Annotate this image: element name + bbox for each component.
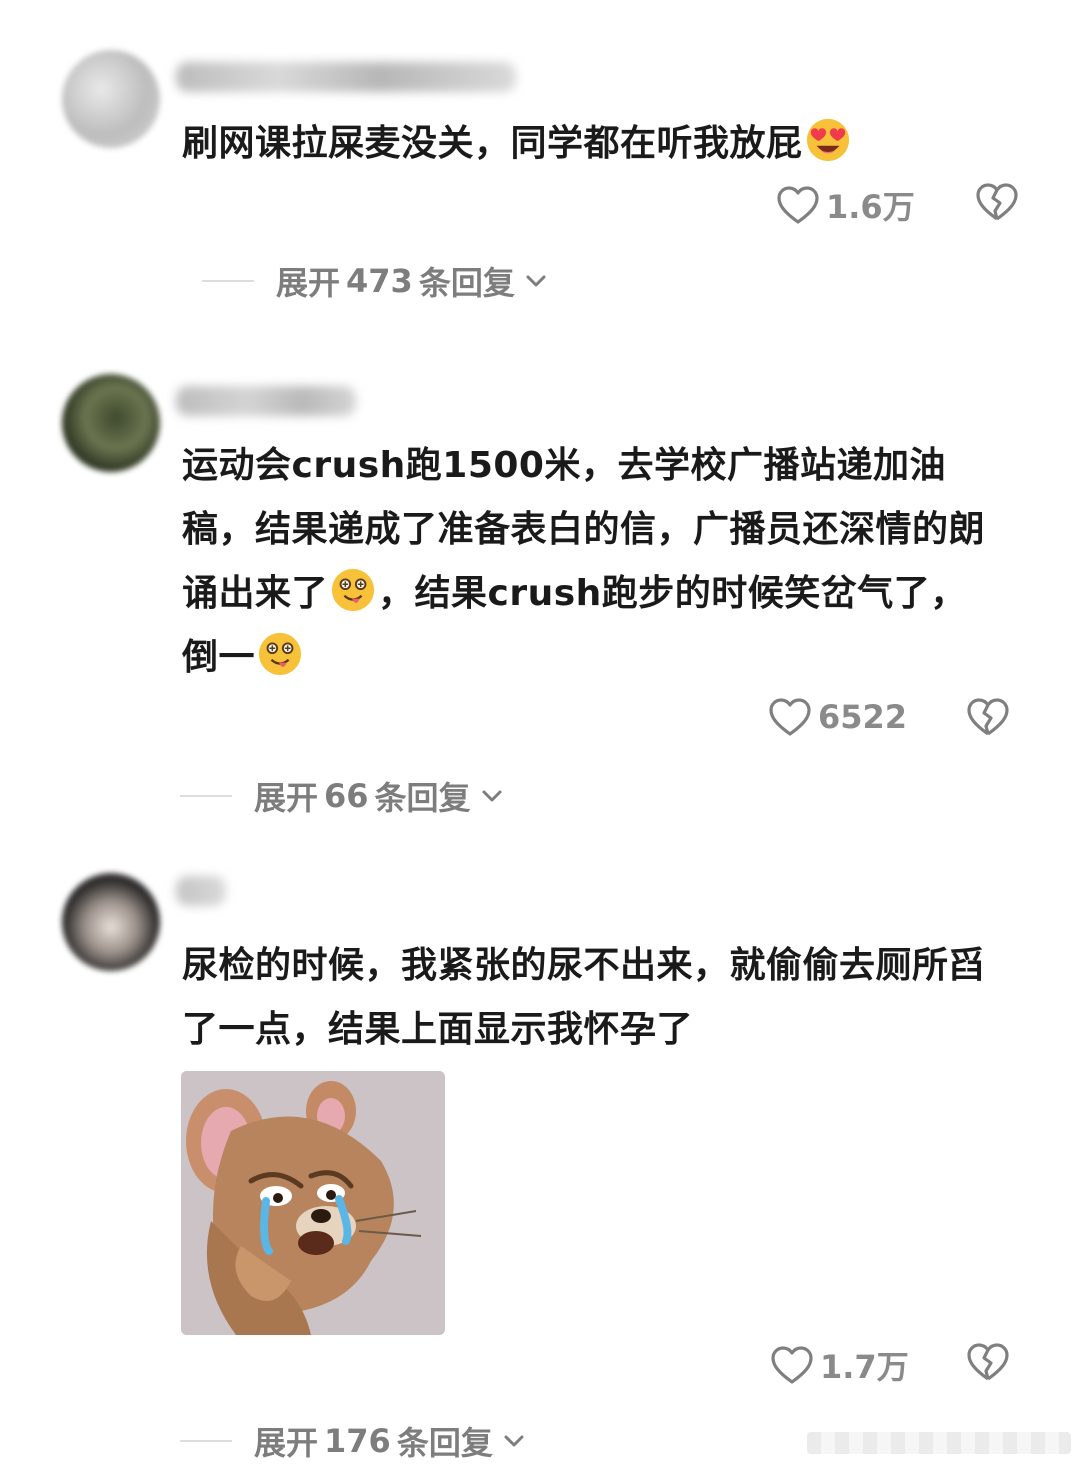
- comment-actions: 6522: [0, 697, 1080, 747]
- chevron-down-icon: [526, 275, 546, 287]
- reply-count: 473: [346, 262, 413, 300]
- like-count: 1.6万: [826, 188, 915, 226]
- expand-prefix: 展开: [254, 779, 319, 817]
- comment-text: 刷网课拉屎麦没关，同学都在听我放屁: [182, 112, 992, 176]
- expand-prefix: 展开: [254, 1424, 319, 1462]
- like-count: 6522: [818, 698, 908, 736]
- like-count: 1.7万: [820, 1348, 909, 1386]
- expand-suffix: 条回复: [374, 779, 471, 817]
- chevron-down-icon: [504, 1435, 524, 1447]
- comment-text-content: 刷网课拉屎麦没关，同学都在听我放屁: [182, 123, 803, 164]
- like-button[interactable]: 1.6万: [776, 182, 915, 228]
- comment-list: 刷网课拉屎麦没关，同学都在听我放屁 1.6万 展开 473 条回复 运动会cru…: [0, 0, 1080, 1465]
- broken-heart-icon[interactable]: [966, 1342, 1010, 1382]
- divider-line: [180, 1440, 232, 1442]
- expand-suffix: 条回复: [418, 264, 515, 302]
- comment-actions: 1.7万: [0, 1342, 1080, 1392]
- avatar[interactable]: [62, 374, 160, 472]
- comment-text-content: 尿检的时候，我紧张的尿不出来，就偷偷去厕所舀了一点，结果上面显示我怀孕了: [182, 945, 986, 1050]
- username-blurred[interactable]: [176, 876, 226, 906]
- woozy-tongue-face-icon: [258, 632, 302, 676]
- broken-heart-icon[interactable]: [975, 182, 1019, 222]
- expand-replies-button[interactable]: 展开 473 条回复: [202, 258, 547, 304]
- comment-actions: 1.6万: [0, 182, 1080, 232]
- username-blurred[interactable]: [176, 62, 516, 92]
- divider-line: [180, 795, 232, 797]
- reply-count: 66: [324, 777, 369, 815]
- expand-prefix: 展开: [276, 264, 341, 302]
- heart-eyes-face-icon: [806, 118, 849, 162]
- comment-text: 运动会crush跑1500米，去学校广播站递加油稿，结果递成了准备表白的信，广播…: [182, 434, 992, 690]
- broken-heart-icon[interactable]: [966, 697, 1010, 737]
- like-button[interactable]: 6522: [768, 697, 907, 737]
- expand-replies-button[interactable]: 展开 176 条回复: [180, 1418, 525, 1464]
- comment-text: 尿检的时候，我紧张的尿不出来，就偷偷去厕所舀了一点，结果上面显示我怀孕了: [182, 934, 992, 1062]
- crying-mouse-image: [181, 1071, 445, 1335]
- like-button[interactable]: 1.7万: [770, 1342, 909, 1388]
- avatar[interactable]: [62, 873, 160, 971]
- heart-outline-icon: [769, 698, 811, 736]
- avatar[interactable]: [62, 50, 160, 148]
- username-blurred[interactable]: [176, 386, 356, 416]
- watermark-strip: [807, 1432, 1071, 1454]
- chevron-down-icon: [482, 790, 502, 802]
- divider-line: [202, 280, 254, 282]
- woozy-tongue-face-icon: [331, 568, 375, 612]
- expand-suffix: 条回复: [396, 1424, 493, 1462]
- crying-mouse-sticker[interactable]: [181, 1071, 445, 1335]
- reply-count: 176: [324, 1422, 391, 1460]
- heart-outline-icon: [777, 186, 819, 224]
- expand-replies-button[interactable]: 展开 66 条回复: [180, 773, 503, 819]
- heart-outline-icon: [771, 1346, 813, 1384]
